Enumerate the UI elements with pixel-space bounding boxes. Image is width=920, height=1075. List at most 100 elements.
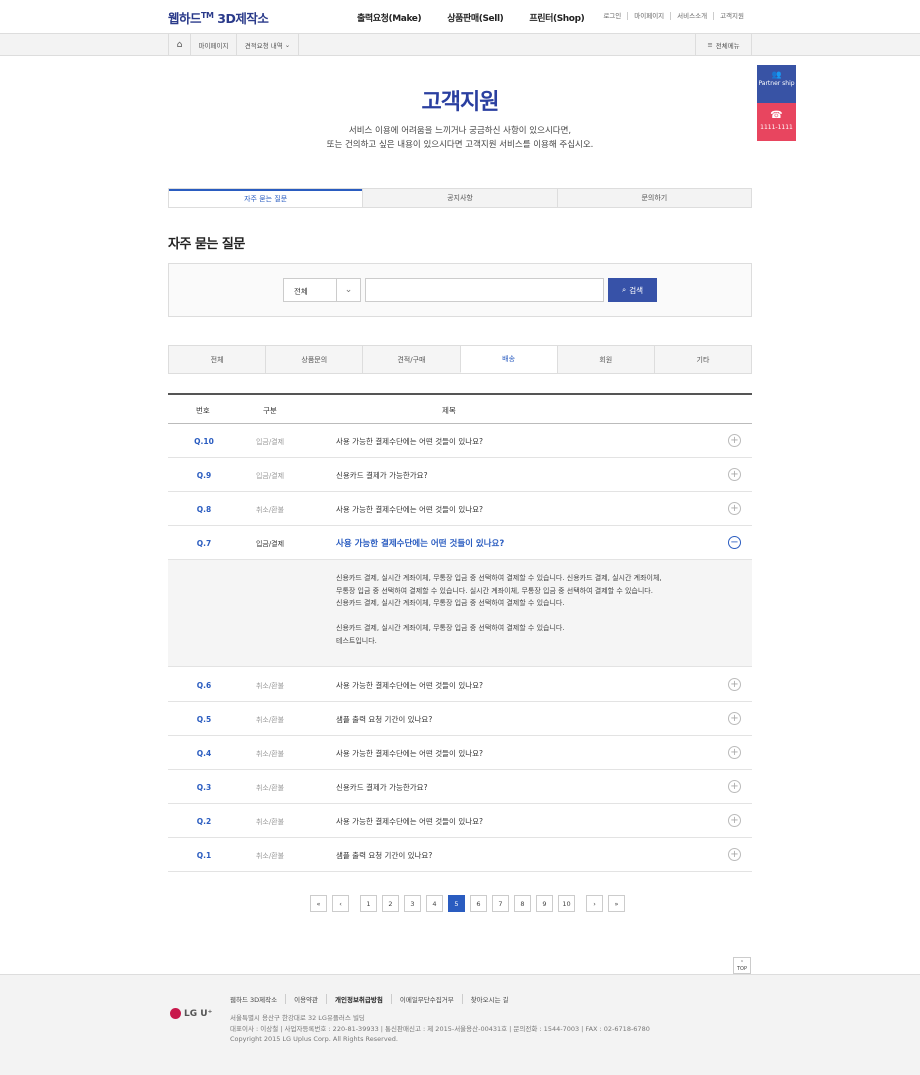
util-mypage[interactable]: 마이페이지 — [627, 12, 670, 20]
expand-icon[interactable]: + — [728, 780, 741, 793]
next-page-button[interactable]: › — [586, 895, 603, 912]
page-10[interactable]: 10 — [558, 895, 575, 912]
page-7[interactable]: 7 — [492, 895, 509, 912]
table-row[interactable]: Q.1 취소/환불 샘플 출력 요청 기간이 있나요? + — [168, 838, 752, 872]
expand-icon[interactable]: + — [728, 678, 741, 691]
expand-icon[interactable]: + — [728, 746, 741, 759]
table-row-expanded[interactable]: Q.7 입금/결제 사용 가능한 결제수단에는 어떤 것들이 있나요? − — [168, 526, 752, 560]
row-number: Q.10 — [194, 437, 214, 446]
header: 웹하드TM 3D제작소 출력요청(Make) 상품판매(Sell) 프린터(Sh… — [0, 0, 920, 34]
prev-page-button[interactable]: ‹ — [332, 895, 349, 912]
answer-line: 신용카드 결제, 실시간 계좌이체, 무통장 입금 중 선택하여 결제할 수 있… — [336, 624, 565, 632]
row-category: 취소/환불 — [255, 682, 285, 690]
footer-link-terms[interactable]: 이용약관 — [285, 994, 326, 1004]
row-category: 입금/결제 — [255, 438, 285, 446]
row-question[interactable]: 사용 가능한 결제수단에는 어떤 것들이 있나요? — [336, 748, 483, 759]
all-menu-button[interactable]: ≡ 전체메뉴 — [695, 34, 751, 55]
tab-notice[interactable]: 공지사항 — [362, 189, 557, 207]
row-question[interactable]: 사용 가능한 결제수단에는 어떤 것들이 있나요? — [336, 504, 483, 515]
people-icon: 👥 — [771, 70, 782, 79]
footer-link-home[interactable]: 웹하드 3D제작소 — [230, 994, 285, 1004]
page-3[interactable]: 3 — [404, 895, 421, 912]
row-number: Q.4 — [196, 749, 212, 758]
nav-shop[interactable]: 프린터(Shop) — [529, 11, 584, 24]
row-question[interactable]: 신용카드 결제가 가능한가요? — [336, 782, 428, 793]
table-row[interactable]: Q.2 취소/환불 사용 가능한 결제수단에는 어떤 것들이 있나요? + — [168, 804, 752, 838]
footer-link-directions[interactable]: 찾아오시는 길 — [461, 994, 517, 1004]
footer-link-privacy[interactable]: 개인정보취급방침 — [326, 994, 391, 1004]
search-button[interactable]: ⌕ 검색 — [608, 278, 657, 302]
logo-tm: TM — [201, 10, 214, 20]
nav-make[interactable]: 출력요청(Make) — [357, 11, 422, 24]
row-number: Q.2 — [196, 817, 212, 826]
table-row[interactable]: Q.8 취소/환불 사용 가능한 결제수단에는 어떤 것들이 있나요? + — [168, 492, 752, 526]
expand-icon[interactable]: + — [728, 712, 741, 725]
chevron-down-icon: ⌄ — [284, 40, 291, 49]
page-8[interactable]: 8 — [514, 895, 531, 912]
row-question[interactable]: 사용 가능한 결제수단에는 어떤 것들이 있나요? — [336, 680, 483, 691]
search-button-label: 검색 — [629, 285, 643, 295]
row-question[interactable]: 사용 가능한 결제수단에는 어떤 것들이 있나요? — [336, 436, 483, 447]
table-header: 번호 구분 제목 — [168, 393, 752, 424]
row-category: 입금/결제 — [255, 540, 285, 548]
category-member[interactable]: 회원 — [556, 346, 654, 373]
util-login[interactable]: 로그인 — [597, 12, 627, 20]
table-row[interactable]: Q.5 취소/환불 샘플 출력 요청 기간이 있나요? + — [168, 702, 752, 736]
category-quote[interactable]: 견적/구매 — [362, 346, 460, 373]
row-number: Q.1 — [196, 851, 212, 860]
nav-sell[interactable]: 상품판매(Sell) — [447, 11, 504, 24]
first-page-button[interactable]: « — [310, 895, 327, 912]
table-row[interactable]: Q.4 취소/환불 사용 가능한 결제수단에는 어떤 것들이 있나요? + — [168, 736, 752, 770]
expand-icon[interactable]: + — [728, 502, 741, 515]
util-support[interactable]: 고객지원 — [713, 12, 750, 20]
expand-icon[interactable]: + — [728, 848, 741, 861]
category-etc[interactable]: 기타 — [653, 346, 752, 373]
tab-faq[interactable]: 자주 묻는 질문 — [169, 189, 363, 207]
all-menu-label: 전체메뉴 — [715, 41, 740, 50]
table-row[interactable]: Q.3 취소/환불 신용카드 결제가 가능한가요? + — [168, 770, 752, 804]
page-5-current[interactable]: 5 — [448, 895, 465, 912]
row-question[interactable]: 사용 가능한 결제수단에는 어떤 것들이 있나요? — [336, 537, 504, 549]
page-2[interactable]: 2 — [382, 895, 399, 912]
category-product[interactable]: 상품문의 — [265, 346, 363, 373]
answer-line: 테스트입니다. — [336, 636, 377, 645]
support-tabs: 자주 묻는 질문 공지사항 문의하기 — [168, 188, 752, 208]
page-6[interactable]: 6 — [470, 895, 487, 912]
footer-links: 웹하드 3D제작소 이용약관 개인정보취급방침 이메일무단수집거부 찾아오시는 … — [230, 994, 517, 1004]
search-input[interactable] — [365, 278, 604, 302]
page-4[interactable]: 4 — [426, 895, 443, 912]
table-row[interactable]: Q.10 입금/결제 사용 가능한 결제수단에는 어떤 것들이 있나요? + — [168, 424, 752, 458]
page-description-line2: 또는 건의하고 싶은 내용이 있으시다면 고객지원 서비스를 이용해 주십시오. — [326, 140, 594, 150]
page-9[interactable]: 9 — [536, 895, 553, 912]
row-question[interactable]: 샘플 출력 요청 기간이 있나요? — [336, 714, 432, 725]
expand-icon[interactable]: + — [728, 468, 741, 481]
row-category: 취소/환불 — [255, 750, 285, 758]
table-row[interactable]: Q.6 취소/환불 사용 가능한 결제수단에는 어떤 것들이 있나요? + — [168, 668, 752, 702]
collapse-icon[interactable]: − — [728, 536, 741, 549]
breadcrumb-mypage[interactable]: 마이페이지 — [191, 34, 237, 55]
expand-icon[interactable]: + — [728, 814, 741, 827]
last-page-button[interactable]: » — [608, 895, 625, 912]
util-about[interactable]: 서비스소개 — [670, 12, 713, 20]
table-row[interactable]: Q.9 입금/결제 신용카드 결제가 가능한가요? + — [168, 458, 752, 492]
page-1[interactable]: 1 — [360, 895, 377, 912]
search-icon: ⌕ — [621, 285, 627, 294]
tab-inquiry[interactable]: 문의하기 — [556, 189, 751, 207]
row-question[interactable]: 신용카드 결제가 가능한가요? — [336, 470, 428, 481]
site-logo[interactable]: 웹하드TM 3D제작소 — [168, 8, 269, 27]
row-question[interactable]: 사용 가능한 결제수단에는 어떤 것들이 있나요? — [336, 816, 483, 827]
category-all[interactable]: 전체 — [169, 346, 266, 373]
hamburger-icon: ≡ — [707, 40, 713, 49]
row-category: 취소/환불 — [255, 852, 285, 860]
scroll-top-button[interactable]: ⌃ TOP — [733, 957, 751, 974]
top-label: TOP — [736, 966, 747, 972]
breadcrumb-quote-history[interactable]: 견적요청 내역 ⌄ — [237, 34, 299, 55]
footer-link-email-policy[interactable]: 이메일무단수집거부 — [390, 994, 462, 1004]
category-select[interactable]: 전체 ⌄ — [283, 278, 361, 302]
category-delivery[interactable]: 배송 — [459, 346, 557, 373]
home-button[interactable]: ⌂ — [169, 34, 191, 55]
expand-icon[interactable]: + — [728, 434, 741, 447]
row-question[interactable]: 샘플 출력 요청 기간이 있나요? — [336, 850, 432, 861]
logo-main: 웹하드 — [168, 11, 202, 26]
breadcrumb-label: 견적요청 내역 — [244, 41, 283, 50]
